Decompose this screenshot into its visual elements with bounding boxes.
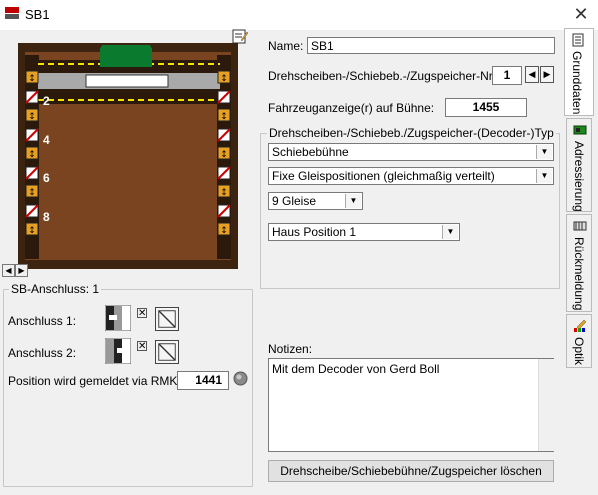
track-number-label: 4 bbox=[43, 133, 50, 147]
rail-arrow-glyph: ↕ bbox=[220, 74, 228, 84]
scroll-right-button[interactable]: ▶ bbox=[15, 264, 28, 277]
type-select-value: Schiebebühne bbox=[272, 145, 349, 159]
delete-button[interactable]: Drehscheibe/Schiebebühne/Zugspeicher lös… bbox=[268, 460, 554, 482]
tab-grunddaten[interactable]: Grunddaten bbox=[564, 28, 594, 116]
haus-select-value: Haus Position 1 bbox=[272, 225, 357, 239]
chevron-down-icon: ▼ bbox=[536, 169, 552, 183]
notes-scrollbar[interactable] bbox=[538, 359, 554, 451]
rail-arrow-glyph: ↕ bbox=[28, 188, 36, 198]
tab-optik-label: Optik bbox=[572, 337, 586, 366]
app-logo-icon bbox=[4, 5, 20, 21]
edit-properties-icon[interactable] bbox=[232, 28, 248, 44]
nr-prev-button[interactable]: ◀ bbox=[525, 66, 539, 83]
positions-select-value: Fixe Gleispositionen (gleichmaßig vertei… bbox=[272, 169, 495, 183]
name-label: Name: bbox=[268, 39, 304, 53]
rmk-value-field[interactable]: 1441 bbox=[177, 371, 229, 390]
tab-adressierung-label: Adressierung bbox=[572, 141, 586, 212]
rail-arrow-glyph: ↕ bbox=[28, 112, 36, 122]
fahrzeug-label: Fahrzeuganzeige(r) auf Bühne: bbox=[268, 101, 435, 115]
decoder-type-legend: Drehscheiben-/Schiebeb./Zugspeicher-(Dec… bbox=[267, 126, 556, 140]
positions-select[interactable]: Fixe Gleispositionen (gleichmaßig vertei… bbox=[268, 167, 554, 185]
fahrzeug-value-field[interactable]: 1455 bbox=[445, 98, 527, 117]
transfer-table-diagram[interactable]: ↕ ↕ ↕ ↕ ↕ ↕ ↕ ↕ ↕ ↕ 2 4 6 8 bbox=[18, 43, 238, 269]
notes-textarea[interactable]: Mit dem Decoder von Gerd Boll bbox=[268, 358, 554, 452]
nr-label: Drehscheiben-/Schiebeb.-/Zugspeicher-Nr.… bbox=[268, 69, 499, 83]
title-bar bbox=[0, 0, 598, 30]
anschluss2-invert-checkbox[interactable]: ✕ bbox=[137, 341, 147, 352]
rail-arrow-glyph: ↕ bbox=[220, 226, 228, 236]
rmk-status-led-icon bbox=[233, 371, 248, 386]
nr-value-field[interactable]: 1 bbox=[492, 66, 522, 85]
rail-arrow-glyph: ↕ bbox=[220, 188, 228, 198]
rail-arrow-glyph: ↕ bbox=[220, 112, 228, 122]
rmk-label: Position wird gemeldet via RMK: bbox=[8, 374, 181, 388]
sb-anschluss-legend: SB-Anschluss: 1 bbox=[9, 282, 102, 296]
feedback-module-icon bbox=[573, 221, 587, 231]
track-number-label: 2 bbox=[43, 94, 50, 108]
chevron-down-icon: ▼ bbox=[442, 225, 458, 239]
window-title: SB1 bbox=[25, 7, 50, 22]
gleise-select[interactable]: 9 Gleise ▼ bbox=[268, 192, 363, 210]
notes-label: Notizen: bbox=[268, 342, 313, 356]
anschluss2-diagonal-button[interactable] bbox=[155, 340, 179, 364]
type-select[interactable]: Schiebebühne ▼ bbox=[268, 143, 554, 161]
close-button[interactable]: ✕ bbox=[568, 2, 594, 26]
anschluss2-label: Anschluss 2: bbox=[8, 346, 77, 360]
chevron-down-icon: ▼ bbox=[345, 194, 361, 208]
rail-arrow-glyph: ↕ bbox=[220, 150, 228, 160]
tab-rueckmeldung-label: Rückmeldung bbox=[572, 237, 586, 311]
track-number-label: 8 bbox=[43, 210, 50, 224]
chevron-down-icon: ▼ bbox=[536, 145, 552, 159]
scroll-left-button[interactable]: ◀ bbox=[2, 264, 15, 277]
anschluss1-invert-checkbox[interactable]: ✕ bbox=[137, 308, 147, 319]
brush-palette-icon bbox=[574, 319, 587, 332]
rail-arrow-glyph: ↕ bbox=[28, 74, 36, 84]
nr-next-button[interactable]: ▶ bbox=[540, 66, 554, 83]
decoder-chip-icon bbox=[573, 125, 587, 135]
gleise-select-value: 9 Gleise bbox=[272, 194, 317, 208]
track-number-label: 6 bbox=[43, 171, 50, 185]
anschluss1-diagonal-button[interactable] bbox=[155, 307, 179, 331]
anschluss2-state-icon[interactable] bbox=[105, 338, 131, 364]
tab-optik[interactable]: Optik bbox=[566, 314, 592, 368]
anschluss1-label: Anschluss 1: bbox=[8, 314, 77, 328]
document-icon bbox=[572, 33, 584, 47]
rail-arrow-glyph: ↕ bbox=[28, 150, 36, 160]
haus-select[interactable]: Haus Position 1 ▼ bbox=[268, 223, 460, 241]
bridge-marker bbox=[100, 45, 152, 67]
rail-arrow-glyph: ↕ bbox=[28, 226, 36, 236]
tab-rueckmeldung[interactable]: Rückmeldung bbox=[566, 214, 592, 312]
tab-grunddaten-label: Grunddaten bbox=[570, 51, 584, 115]
name-input[interactable]: SB1 bbox=[307, 37, 555, 54]
anschluss1-state-icon[interactable] bbox=[105, 305, 131, 331]
tab-adressierung[interactable]: Adressierung bbox=[566, 118, 592, 212]
